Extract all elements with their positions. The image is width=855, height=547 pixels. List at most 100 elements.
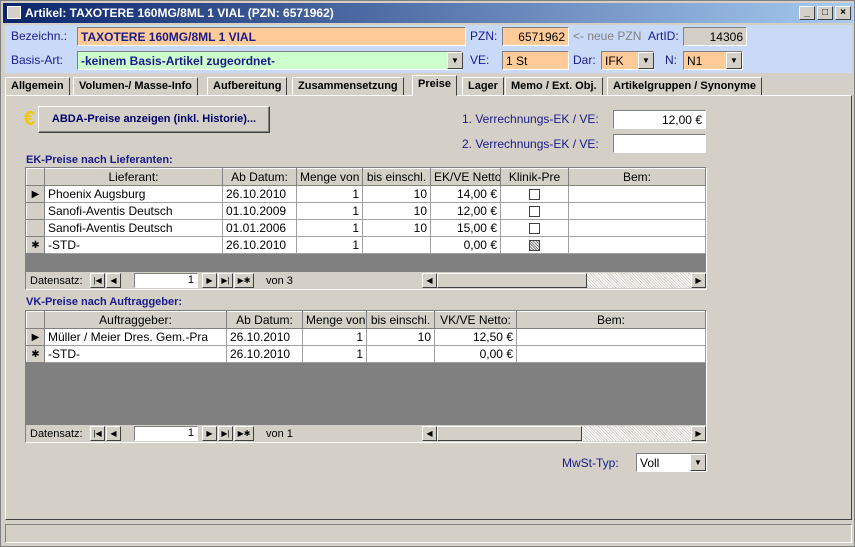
ek-netto-cell[interactable]: 14,00 € <box>430 185 501 203</box>
ek-von-cell[interactable]: 1 <box>296 202 363 220</box>
close-button[interactable]: × <box>835 6 851 20</box>
vk-datum-cell[interactable]: 26.10.2010 <box>226 345 303 363</box>
vk-netto-cell[interactable]: 0,00 € <box>434 345 517 363</box>
vk-bis-cell[interactable] <box>366 345 435 363</box>
table-row[interactable]: ▶ Phoenix Augsburg 26.10.2010 1 10 14,00… <box>26 185 706 203</box>
ek-col-datum[interactable]: Ab Datum: <box>222 168 297 186</box>
scroll-right-icon[interactable]: ▶ <box>691 426 706 441</box>
new-row-icon[interactable]: ✱ <box>26 345 45 363</box>
n-dropdown-icon[interactable]: ▼ <box>726 52 742 69</box>
new-row-icon[interactable]: ✱ <box>26 236 45 254</box>
last-record-icon[interactable]: ▶| <box>218 273 233 288</box>
ek-bem-cell[interactable] <box>568 236 706 254</box>
tab-volumen-masse[interactable]: Volumen-/ Masse-Info <box>73 77 198 96</box>
ek-datum-cell[interactable]: 26.10.2010 <box>222 236 297 254</box>
ek-lieferant-cell[interactable]: Sanofi-Aventis Deutsch <box>44 219 223 237</box>
ek-lieferant-cell[interactable]: Phoenix Augsburg <box>44 185 223 203</box>
tab-zusammensetzung[interactable]: Zusammensetzung <box>292 77 404 96</box>
vk-col-bis[interactable]: bis einschl. <box>366 311 435 329</box>
ek-netto-cell[interactable]: 12,00 € <box>430 202 501 220</box>
abda-prices-button[interactable]: ABDA-Preise anzeigen (inkl. Historie)... <box>38 106 270 133</box>
basis-art-dropdown-icon[interactable]: ▼ <box>447 52 463 69</box>
maximize-button[interactable]: □ <box>817 6 833 20</box>
row-selector-icon[interactable]: ▶ <box>26 185 45 203</box>
next-record-icon[interactable]: ▶ <box>202 426 217 441</box>
last-record-icon[interactable]: ▶| <box>218 426 233 441</box>
ek-klinik-cell[interactable] <box>500 236 569 254</box>
vk-scroll-thumb[interactable] <box>437 426 582 441</box>
dar-dropdown-icon[interactable]: ▼ <box>638 52 654 69</box>
tab-allgemein[interactable]: Allgemein <box>5 77 70 96</box>
basis-art-combo[interactable]: -keinem Basis-Artikel zugeordnet- <box>77 51 462 70</box>
ek-von-cell[interactable]: 1 <box>296 185 363 203</box>
next-record-icon[interactable]: ▶ <box>202 273 217 288</box>
ek-datum-cell[interactable]: 01.01.2006 <box>222 219 297 237</box>
ek-bis-cell[interactable]: 10 <box>362 185 431 203</box>
first-record-icon[interactable]: |◀ <box>90 426 105 441</box>
table-row[interactable]: ▶ Müller / Meier Dres. Gem.-Pra 26.10.20… <box>26 328 706 346</box>
vk-auftraggeber-cell[interactable]: -STD- <box>44 345 227 363</box>
ek-von-cell[interactable]: 1 <box>296 219 363 237</box>
ek-klinik-cell[interactable] <box>500 202 569 220</box>
vk-col-auftraggeber[interactable]: Auftraggeber: <box>44 311 227 329</box>
tab-preise[interactable]: Preise <box>412 75 458 96</box>
ek-netto-cell[interactable]: 15,00 € <box>430 219 501 237</box>
ve-field[interactable]: 1 St <box>502 51 569 70</box>
prev-record-icon[interactable]: ◀ <box>106 273 121 288</box>
ek-col-lieferant[interactable]: Lieferant: <box>44 168 223 186</box>
scroll-right-icon[interactable]: ▶ <box>691 273 706 288</box>
tab-artikelgruppen[interactable]: Artikelgruppen / Synonyme <box>607 77 763 96</box>
ek-col-bis[interactable]: bis einschl. <box>362 168 431 186</box>
ek-col-klinik[interactable]: Klinik-Pre <box>500 168 569 186</box>
row-selector-icon[interactable]: ▶ <box>26 328 45 346</box>
ek-record-number[interactable]: 1 <box>134 273 198 288</box>
row-selector-icon[interactable] <box>26 202 45 220</box>
vk-auftraggeber-cell[interactable]: Müller / Meier Dres. Gem.-Pra <box>44 328 227 346</box>
ek-bis-cell[interactable]: 10 <box>362 219 431 237</box>
vk-von-cell[interactable]: 1 <box>302 345 367 363</box>
minimize-button[interactable]: _ <box>799 6 815 20</box>
vk-col-datum[interactable]: Ab Datum: <box>226 311 303 329</box>
bezeichn-field[interactable]: TAXOTERE 160MG/8ML 1 VIAL <box>77 27 466 46</box>
first-record-icon[interactable]: |◀ <box>90 273 105 288</box>
klinik-checkbox[interactable] <box>529 240 540 252</box>
new-record-icon[interactable]: ▶✱ <box>234 273 254 288</box>
table-row[interactable]: ✱ -STD- 26.10.2010 1 0,00 € <box>26 236 706 254</box>
vk-record-number[interactable]: 1 <box>134 426 198 441</box>
ek-col-netto[interactable]: EK/VE Netto: <box>430 168 501 186</box>
tab-lager[interactable]: Lager <box>462 77 504 96</box>
ek-bem-cell[interactable] <box>568 202 706 220</box>
verrechnung1-field[interactable]: 12,00 € <box>613 110 706 129</box>
row-selector-icon[interactable] <box>26 219 45 237</box>
vk-col-menge-von[interactable]: Menge von <box>302 311 367 329</box>
ek-bis-cell[interactable]: 10 <box>362 202 431 220</box>
table-row[interactable]: Sanofi-Aventis Deutsch 01.10.2009 1 10 1… <box>26 202 706 220</box>
verrechnung2-field[interactable] <box>613 134 706 153</box>
vk-bem-cell[interactable] <box>516 345 706 363</box>
vk-datum-cell[interactable]: 26.10.2010 <box>226 328 303 346</box>
ek-bem-cell[interactable] <box>568 219 706 237</box>
new-record-icon[interactable]: ▶✱ <box>234 426 254 441</box>
klinik-checkbox[interactable] <box>529 189 540 201</box>
klinik-checkbox[interactable] <box>529 206 540 218</box>
prev-record-icon[interactable]: ◀ <box>106 426 121 441</box>
pzn-field[interactable]: 6571962 <box>502 27 569 46</box>
ek-bis-cell[interactable] <box>362 236 431 254</box>
scroll-left-icon[interactable]: ◀ <box>422 426 437 441</box>
vk-bis-cell[interactable]: 10 <box>366 328 435 346</box>
ek-klinik-cell[interactable] <box>500 219 569 237</box>
ek-von-cell[interactable]: 1 <box>296 236 363 254</box>
ek-netto-cell[interactable]: 0,00 € <box>430 236 501 254</box>
table-row[interactable]: Sanofi-Aventis Deutsch 01.01.2006 1 10 1… <box>26 219 706 237</box>
ek-klinik-cell[interactable] <box>500 185 569 203</box>
klinik-checkbox[interactable] <box>529 223 540 235</box>
ek-lieferant-cell[interactable]: -STD- <box>44 236 223 254</box>
tab-aufbereitung[interactable]: Aufbereitung <box>207 77 288 96</box>
ek-datum-cell[interactable]: 01.10.2009 <box>222 202 297 220</box>
vk-netto-cell[interactable]: 12,50 € <box>434 328 517 346</box>
ek-scroll-thumb[interactable] <box>437 273 587 288</box>
ek-lieferant-cell[interactable]: Sanofi-Aventis Deutsch <box>44 202 223 220</box>
vk-bem-cell[interactable] <box>516 328 706 346</box>
tab-memo[interactable]: Memo / Ext. Obj. <box>505 77 603 96</box>
vk-col-netto[interactable]: VK/VE Netto: <box>434 311 517 329</box>
